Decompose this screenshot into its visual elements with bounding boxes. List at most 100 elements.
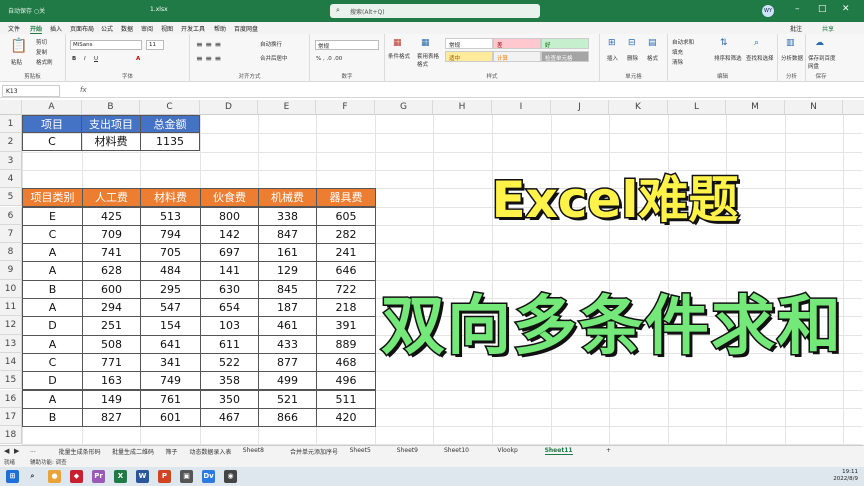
paste-button[interactable]: 粘贴 (11, 58, 22, 66)
maximize-icon[interactable]: □ (818, 4, 827, 14)
row-header[interactable]: 6 (0, 206, 22, 225)
data-table-cell[interactable]: 513 (140, 206, 201, 226)
data-table-cell[interactable]: A (22, 334, 83, 354)
cut-button[interactable]: 剪切 (36, 38, 47, 46)
tab-page-layout[interactable]: 页面布局 (70, 24, 94, 33)
data-table-header[interactable]: 材料费 (140, 188, 201, 208)
align-left-icon[interactable]: ≡ ≡ ≡ (196, 54, 221, 63)
align-top-icon[interactable]: ≡ ≡ ≡ (196, 40, 221, 49)
sheet-tab[interactable]: 筛子 (165, 447, 177, 456)
sheet-tab[interactable]: Sheet9 (397, 447, 418, 454)
data-table-cell[interactable]: 142 (200, 224, 259, 245)
taskbar-search-icon[interactable]: ⌕ (26, 470, 39, 483)
data-table-cell[interactable]: 129 (258, 261, 317, 281)
data-table-cell[interactable]: 845 (258, 279, 317, 299)
row-header[interactable]: 5 (0, 188, 22, 207)
summary-header-project[interactable]: 项目 (22, 115, 82, 133)
baidu-cloud-icon[interactable]: ☁ (815, 38, 824, 48)
data-table-header[interactable]: 机械费 (258, 188, 317, 208)
data-table-cell[interactable]: 771 (82, 352, 141, 373)
italic-icon[interactable]: I (84, 56, 86, 62)
format-cells-icon[interactable]: ▤ (648, 38, 657, 48)
data-table-cell[interactable]: 241 (316, 243, 376, 263)
data-table-cell[interactable]: 794 (140, 224, 201, 245)
sheet-tab[interactable]: Sheet10 (444, 447, 469, 454)
column-header-b[interactable]: B (82, 100, 140, 115)
data-table-cell[interactable]: A (22, 261, 83, 281)
data-table-cell[interactable]: A (22, 389, 83, 409)
tab-baidu[interactable]: 百度网盘 (234, 24, 258, 33)
fill-button[interactable]: 填充 (672, 48, 683, 56)
sheet-tab[interactable]: Vlookp (497, 447, 517, 454)
data-table-cell[interactable]: 547 (140, 298, 201, 318)
data-table-cell[interactable]: 847 (258, 224, 317, 245)
data-table-cell[interactable]: 350 (200, 389, 259, 409)
row-header[interactable]: 1 (0, 115, 22, 134)
row-header[interactable]: 7 (0, 224, 22, 244)
row-header[interactable]: 14 (0, 352, 22, 372)
column-header-l[interactable]: L (668, 100, 726, 115)
data-table-cell[interactable]: 251 (82, 316, 141, 336)
data-table-cell[interactable]: 484 (140, 261, 201, 281)
data-table-cell[interactable]: 601 (140, 407, 201, 428)
sheet-tab[interactable]: Sheet5 (350, 447, 371, 454)
column-header-c[interactable]: C (140, 100, 200, 115)
next-sheet-icon[interactable]: ▶ (14, 447, 19, 455)
data-table-cell[interactable]: 866 (258, 407, 317, 428)
status-accessibility[interactable]: 辅助功能: 调查 (30, 458, 67, 466)
avatar[interactable]: WY (762, 5, 774, 17)
data-table-cell[interactable]: 187 (258, 298, 317, 318)
data-table-cell[interactable]: B (22, 279, 83, 299)
merge-center-button[interactable]: 合并后居中 (260, 54, 288, 62)
data-table-cell[interactable]: 420 (316, 407, 376, 428)
row-header[interactable]: 8 (0, 243, 22, 262)
column-header-f[interactable]: F (316, 100, 375, 115)
summary-header-expense[interactable]: 支出项目 (81, 115, 141, 133)
media-icon[interactable]: ◉ (224, 470, 237, 483)
data-table-cell[interactable]: 511 (316, 389, 376, 409)
data-table-cell[interactable]: 605 (316, 206, 376, 226)
data-table-cell[interactable]: 282 (316, 224, 376, 245)
conditional-format-button[interactable]: 条件格式 (388, 52, 410, 60)
tab-view[interactable]: 视图 (161, 24, 173, 33)
tab-formulas[interactable]: 公式 (101, 24, 113, 33)
column-header-k[interactable]: K (609, 100, 668, 115)
data-table-cell[interactable]: 741 (82, 243, 141, 263)
sheet-tab[interactable]: Sheet8 (243, 447, 264, 454)
data-table-cell[interactable]: 761 (140, 389, 201, 409)
data-table-header[interactable]: 人工费 (82, 188, 141, 208)
data-table-cell[interactable]: 338 (258, 206, 317, 226)
format-button[interactable]: 格式 (647, 54, 658, 62)
analyze-data-icon[interactable]: ▥ (786, 38, 795, 48)
data-table-cell[interactable]: 499 (258, 371, 317, 391)
row-header[interactable]: 10 (0, 279, 22, 298)
row-header[interactable]: 17 (0, 407, 22, 427)
data-table-cell[interactable]: 697 (200, 243, 259, 263)
number-format-select[interactable]: 常规 (315, 40, 379, 50)
data-table-header[interactable]: 伙食费 (200, 188, 259, 208)
insert-button[interactable]: 插入 (607, 54, 618, 62)
delete-cells-icon[interactable]: ⊟ (628, 38, 636, 48)
sheet-tab[interactable]: 合并单元添加序号 (290, 447, 338, 456)
font-size-select[interactable]: 11 (146, 40, 164, 50)
tab-file[interactable]: 文件 (8, 24, 20, 33)
style-normal[interactable]: 常规 (445, 38, 493, 49)
data-table-cell[interactable]: 628 (82, 261, 141, 281)
summary-cell-project[interactable]: C (22, 132, 82, 151)
copy-button[interactable]: 复制 (36, 48, 47, 56)
row-header[interactable]: 2 (0, 133, 22, 152)
select-all-corner[interactable] (0, 100, 22, 115)
summary-cell-expense[interactable]: 材料费 (81, 132, 141, 151)
dw-icon[interactable]: Dv (202, 470, 215, 483)
find-select-button[interactable]: 查找和选择 (746, 54, 774, 62)
minimize-icon[interactable]: – (795, 4, 800, 14)
row-header[interactable]: 16 (0, 389, 22, 408)
tab-data[interactable]: 数据 (121, 24, 133, 33)
clear-button[interactable]: 清除 (672, 58, 683, 66)
summary-header-total[interactable]: 总金额 (140, 115, 200, 133)
style-neutral[interactable]: 适中 (445, 51, 493, 62)
data-table-cell[interactable]: 827 (82, 407, 141, 428)
powerpoint-icon[interactable]: P (158, 470, 171, 483)
style-check-cell[interactable]: 检查单元格 (541, 51, 589, 62)
name-box[interactable]: K13 (2, 85, 60, 97)
